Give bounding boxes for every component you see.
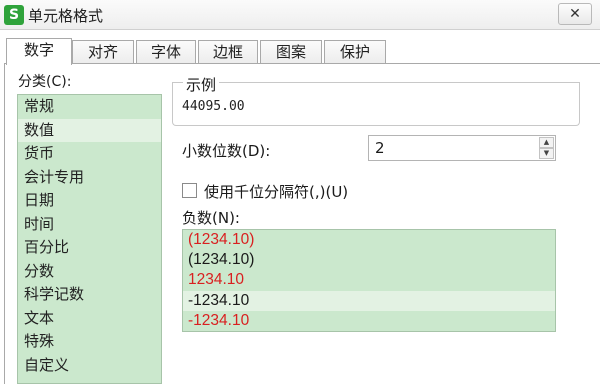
- tab-alignment[interactable]: 对齐: [72, 40, 134, 64]
- category-item[interactable]: 文本: [18, 307, 161, 331]
- negative-format-item[interactable]: 1234.10: [183, 270, 555, 290]
- close-icon: ✕: [569, 6, 581, 22]
- dialog-title: 单元格格式: [28, 7, 104, 25]
- decimal-places-value[interactable]: 2: [375, 139, 385, 157]
- spin-down-icon[interactable]: ▼: [539, 148, 554, 159]
- sample-title: 示例: [186, 76, 217, 94]
- category-item[interactable]: 自定义: [18, 354, 161, 378]
- title-bar: S 单元格格式 ✕: [0, 0, 600, 30]
- category-item[interactable]: 科学记数: [18, 283, 161, 307]
- category-item[interactable]: 百分比: [18, 236, 161, 260]
- tab-protection[interactable]: 保护: [324, 40, 386, 64]
- category-item[interactable]: 会计专用: [18, 166, 161, 190]
- decimal-places-label: 小数位数(D):: [182, 142, 271, 160]
- tab-number[interactable]: 数字: [6, 38, 72, 65]
- spin-up-icon[interactable]: ▲: [539, 137, 554, 148]
- category-item[interactable]: 货币: [18, 142, 161, 166]
- negative-numbers-label: 负数(N):: [182, 209, 240, 227]
- tab-font[interactable]: 字体: [136, 40, 196, 64]
- category-item[interactable]: 数值: [18, 118, 161, 142]
- category-list[interactable]: 常规 数值 货币 会计专用 日期 时间 百分比 分数 科学记数 文本 特殊 自定义: [17, 94, 162, 384]
- close-button[interactable]: ✕: [558, 3, 592, 25]
- category-item[interactable]: 特殊: [18, 330, 161, 354]
- thousands-separator-checkbox[interactable]: [182, 183, 197, 198]
- category-item[interactable]: 时间: [18, 213, 161, 237]
- negative-format-item[interactable]: -1234.10: [183, 311, 555, 331]
- negative-format-item[interactable]: (1234.10): [183, 250, 555, 270]
- thousands-separator-label[interactable]: 使用千位分隔符(,)(U): [204, 181, 348, 202]
- negative-format-item[interactable]: (1234.10): [183, 230, 555, 250]
- tab-strip: 数字 对齐 字体 边框 图案 保护: [6, 38, 600, 65]
- wps-app-icon: S: [4, 5, 24, 25]
- category-item[interactable]: 常规: [18, 95, 161, 119]
- category-item[interactable]: 分数: [18, 260, 161, 284]
- sample-value: 44095.00: [182, 99, 245, 114]
- tab-border[interactable]: 边框: [198, 40, 258, 64]
- negative-numbers-list[interactable]: (1234.10) (1234.10) 1234.10 -1234.10 -1234.1…: [182, 229, 556, 332]
- decimal-places-stepper[interactable]: 2 ▲ ▼: [368, 135, 556, 161]
- category-item[interactable]: 日期: [18, 189, 161, 213]
- negative-format-item[interactable]: -1234.10: [183, 290, 555, 311]
- category-label: 分类(C):: [18, 74, 72, 90]
- tab-pattern[interactable]: 图案: [260, 40, 322, 64]
